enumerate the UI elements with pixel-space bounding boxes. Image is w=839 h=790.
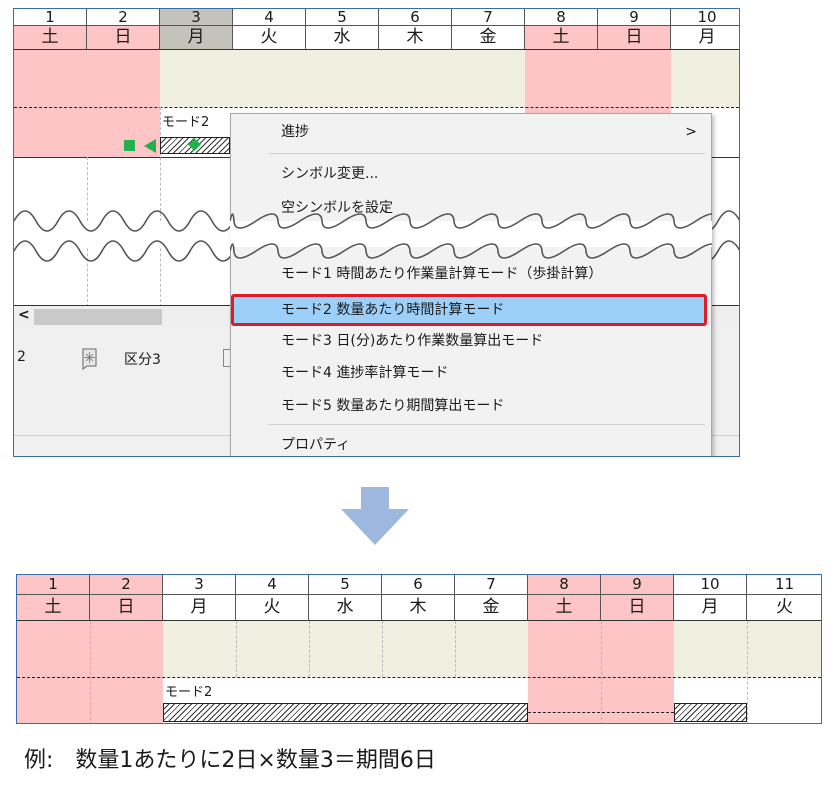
day-header[interactable]: 3 [163, 575, 236, 595]
day-header[interactable]: 7 [452, 9, 525, 26]
weekday-band [163, 621, 528, 677]
column-line [747, 621, 748, 723]
menu-item-mode5[interactable]: モード5 数量あたり期間算出モード [231, 393, 711, 419]
column-line [601, 621, 602, 723]
column-line [90, 621, 91, 723]
dow-header[interactable]: 月 [163, 595, 236, 621]
day-header[interactable]: 7 [455, 575, 528, 595]
dow-header[interactable]: 火 [747, 595, 821, 621]
dow-header[interactable]: 水 [306, 26, 379, 50]
day-header[interactable]: 6 [382, 575, 455, 595]
dow-header[interactable]: 日 [598, 26, 671, 50]
day-header[interactable]: 5 [309, 575, 382, 595]
day-header[interactable]: 2 [90, 575, 163, 595]
menu-item-mode2-highlighted[interactable]: モード2 数量あたり時間計算モード [231, 294, 707, 326]
row-index: 2 [17, 349, 26, 365]
dow-header[interactable]: 木 [382, 595, 455, 621]
example-caption: 例: 数量1あたりに2日×数量3＝期間6日 [24, 748, 436, 773]
day-header[interactable]: 8 [528, 575, 601, 595]
day-header[interactable]: 1 [14, 9, 87, 26]
day-header[interactable]: 4 [233, 9, 306, 26]
menu-item-change-symbol[interactable]: シンボル変更... [231, 161, 711, 187]
dow-header[interactable]: 木 [379, 26, 452, 50]
day-header[interactable]: 9 [598, 9, 671, 26]
dow-header[interactable]: 水 [309, 595, 382, 621]
menu-item-progress[interactable]: 進捗 > [231, 119, 711, 145]
scroll-thumb[interactable] [34, 309, 162, 325]
task-bar-label: モード2 [165, 685, 213, 700]
dow-header[interactable]: 土 [17, 595, 90, 621]
dow-header[interactable]: 土 [525, 26, 598, 50]
day-header[interactable]: 1 [17, 575, 90, 595]
day-header[interactable]: 6 [379, 9, 452, 26]
menu-separator [269, 153, 705, 154]
dow-header[interactable]: 火 [236, 595, 309, 621]
day-header[interactable]: 10 [674, 575, 747, 595]
scroll-left-button[interactable]: < [18, 307, 30, 323]
day-header[interactable]: 11 [747, 575, 821, 595]
row-divider [14, 107, 739, 108]
menu-item-mode3[interactable]: モード3 日(分)あたり作業数量算出モード [231, 328, 711, 354]
day-header-selected[interactable]: 3 [160, 9, 233, 26]
column-line [382, 621, 383, 677]
column-line [309, 621, 310, 677]
weekend-band [14, 50, 160, 158]
task-bar-label: モード2 [162, 115, 210, 130]
down-arrow-icon [341, 487, 409, 545]
task-bar-link [528, 712, 674, 713]
day-header[interactable]: 5 [306, 9, 379, 26]
wavy-break-overlay-icon [230, 213, 712, 259]
menu-item-properties[interactable]: プロパティ [231, 432, 711, 456]
top-gantt-panel: 1 2 3 4 5 6 7 8 9 10 土 日 月 火 水 木 金 土 日 月… [13, 8, 740, 457]
submenu-arrow-icon: > [685, 124, 697, 140]
row-divider [17, 677, 821, 678]
category-label[interactable]: 区分3 [124, 349, 161, 369]
dow-header[interactable]: 土 [14, 26, 87, 50]
menu-item-mode4[interactable]: モード4 進捗率計算モード [231, 360, 711, 386]
day-header[interactable]: 10 [671, 9, 739, 26]
weekday-band [160, 50, 525, 107]
weekday-band [674, 621, 821, 677]
menu-separator [269, 424, 705, 425]
day-header[interactable]: 4 [236, 575, 309, 595]
bottom-gantt-panel: 1 2 3 4 5 6 7 8 9 10 11 土 日 月 火 水 木 金 土 … [16, 574, 822, 724]
dow-header[interactable]: 日 [601, 595, 674, 621]
dow-header[interactable]: 月 [671, 26, 739, 50]
column-line [455, 621, 456, 677]
dow-header[interactable]: 金 [455, 595, 528, 621]
day-header[interactable]: 2 [87, 9, 160, 26]
start-arrow-icon[interactable] [144, 139, 156, 153]
dow-header[interactable]: 火 [233, 26, 306, 50]
dow-header[interactable]: 金 [452, 26, 525, 50]
day-header[interactable]: 9 [601, 575, 674, 595]
context-menu: 進捗 > シンボル変更... 空シンボルを設定 モード1 時間あたり作業量計算モ… [230, 113, 712, 456]
dow-header[interactable]: 月 [674, 595, 747, 621]
day-header[interactable]: 8 [525, 9, 598, 26]
column-line [236, 621, 237, 677]
task-bar-segment-1[interactable] [163, 703, 528, 722]
dow-header[interactable]: 日 [90, 595, 163, 621]
task-bar-segment-2[interactable] [674, 703, 747, 722]
dow-header[interactable]: 土 [528, 595, 601, 621]
weekday-band [671, 50, 739, 107]
dow-header-selected[interactable]: 月 [160, 26, 233, 50]
start-marker-icon[interactable] [124, 140, 135, 151]
dow-header[interactable]: 日 [87, 26, 160, 50]
category-icon[interactable] [78, 347, 100, 371]
